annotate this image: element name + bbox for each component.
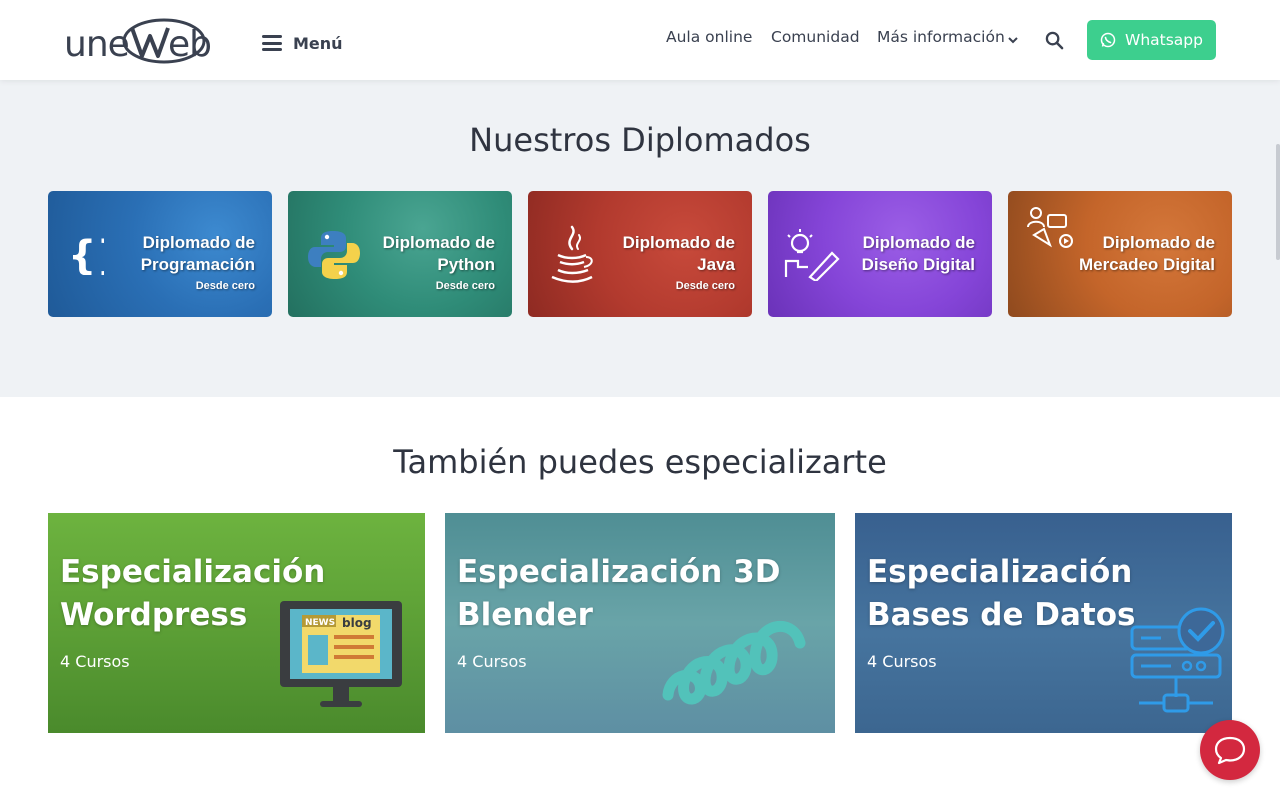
svg-text:une: une [64,24,129,65]
menu-label: Menú [293,33,343,53]
site-header: une eb Menú Aula online Comunidad Más in… [0,0,1280,80]
nav-mas-informacion[interactable]: Más información [877,28,1005,52]
diplomado-card-java[interactable]: Diplomado de Java Desde cero [528,191,752,317]
nav-aula-online[interactable]: Aula online [666,28,752,52]
page-scrollbar[interactable] [1276,144,1280,260]
whatsapp-label: Whatsapp [1125,31,1203,49]
blog-art-text: blog [342,616,372,630]
especializacion-count: 4 Cursos [457,652,527,671]
especializacion-card-bases-de-datos[interactable]: Especialización Bases de Datos 4 Cursos [855,513,1232,733]
especializacion-title: Especialización Bases de Datos [867,554,1136,633]
database-server-icon [1130,607,1225,713]
diplomado-title: Diplomado de Diseño Digital [861,233,975,274]
svg-text:eb: eb [168,24,211,65]
diplomado-card-programacion[interactable]: {} Diplomado deProgramación Desde cero [48,191,272,317]
curly-braces-icon: {} [68,233,104,275]
nav-comunidad[interactable]: Comunidad [771,28,860,52]
search-icon[interactable] [1045,31,1064,50]
especializacion-count: 4 Cursos [60,652,130,671]
diplomados-title: Nuestros Diplomados [469,121,811,159]
diplomado-title: Diplomado de Java [622,233,735,274]
especializacion-card-blender[interactable]: Especialización 3D Blender 4 Cursos [445,513,835,733]
diplomado-title: Diplomado de Programación [140,233,255,274]
design-icon [784,229,840,281]
python-icon [308,231,360,279]
chevron-down-icon[interactable] [1007,34,1019,46]
whatsapp-button[interactable]: Whatsapp [1087,20,1216,60]
menu-button[interactable]: Menú [262,30,343,56]
diplomado-card-mercadeo[interactable]: Diplomado de Mercadeo Digital [1008,191,1232,317]
marketing-icon [1027,207,1073,248]
chat-bubble-icon [1214,736,1246,765]
whatsapp-icon [1100,32,1116,48]
hamburger-icon [262,35,282,51]
diplomado-subtitle: Desde cero [675,280,735,292]
especializacion-title: Especialización 3D Blender [457,554,781,633]
diplomado-subtitle: Desde cero [195,280,255,292]
uneweb-logo[interactable]: une eb [64,14,232,66]
diplomado-title: Diplomado de Mercadeo Digital [1078,233,1215,274]
diplomado-subtitle: Desde cero [435,280,495,292]
svg-text:{}: {} [68,233,104,275]
diplomado-card-python[interactable]: Diplomado de Python Desde cero [288,191,512,317]
especializaciones-title: También puedes especializarte [393,443,887,481]
especializacion-count: 4 Cursos [867,652,937,671]
especializacion-card-wordpress[interactable]: NEWS blog Especialización Wordpress 4 Cur… [48,513,425,733]
diplomado-title: Diplomado de Python [382,233,495,274]
java-icon [551,225,593,283]
chat-button[interactable] [1200,720,1260,780]
especializacion-title: Especialización Wordpress [60,554,326,633]
diplomado-card-diseno[interactable]: Diplomado de Diseño Digital [768,191,992,317]
